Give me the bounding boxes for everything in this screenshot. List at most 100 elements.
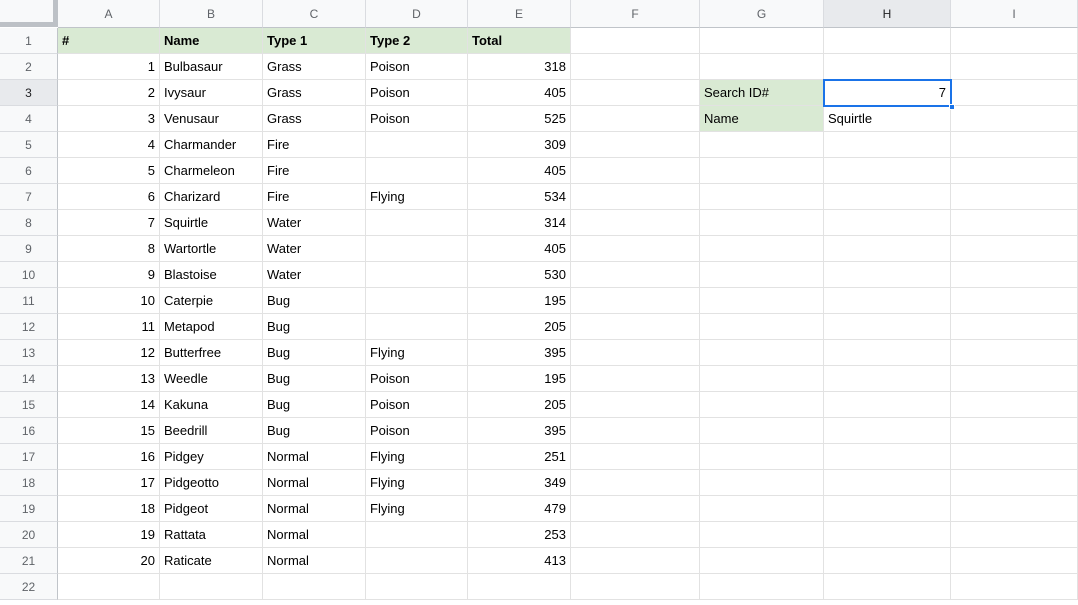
- cell-H10[interactable]: [824, 262, 951, 288]
- row-header-16[interactable]: 16: [0, 418, 58, 444]
- cell-E12[interactable]: 205: [468, 314, 571, 340]
- cell-A22[interactable]: [58, 574, 160, 600]
- cell-E14[interactable]: 195: [468, 366, 571, 392]
- column-header-I[interactable]: I: [951, 0, 1078, 28]
- cell-C12[interactable]: Bug: [263, 314, 366, 340]
- cell-C16[interactable]: Bug: [263, 418, 366, 444]
- row-header-3[interactable]: 3: [0, 80, 58, 106]
- cell-B22[interactable]: [160, 574, 263, 600]
- cell-I18[interactable]: [951, 470, 1078, 496]
- cell-H17[interactable]: [824, 444, 951, 470]
- cell-I20[interactable]: [951, 522, 1078, 548]
- cell-I3[interactable]: [951, 80, 1078, 106]
- cell-C18[interactable]: Normal: [263, 470, 366, 496]
- cell-E11[interactable]: 195: [468, 288, 571, 314]
- cell-F10[interactable]: [571, 262, 700, 288]
- cell-C2[interactable]: Grass: [263, 54, 366, 80]
- cell-A5[interactable]: 4: [58, 132, 160, 158]
- cell-A9[interactable]: 8: [58, 236, 160, 262]
- cell-C14[interactable]: Bug: [263, 366, 366, 392]
- cell-C7[interactable]: Fire: [263, 184, 366, 210]
- cell-F20[interactable]: [571, 522, 700, 548]
- cell-E5[interactable]: 309: [468, 132, 571, 158]
- cell-I22[interactable]: [951, 574, 1078, 600]
- cell-I21[interactable]: [951, 548, 1078, 574]
- cell-B2[interactable]: Bulbasaur: [160, 54, 263, 80]
- cell-G15[interactable]: [700, 392, 824, 418]
- row-header-12[interactable]: 12: [0, 314, 58, 340]
- cell-D16[interactable]: Poison: [366, 418, 468, 444]
- cell-A7[interactable]: 6: [58, 184, 160, 210]
- cell-B18[interactable]: Pidgeotto: [160, 470, 263, 496]
- cell-H6[interactable]: [824, 158, 951, 184]
- cell-I6[interactable]: [951, 158, 1078, 184]
- cell-E10[interactable]: 530: [468, 262, 571, 288]
- cell-C20[interactable]: Normal: [263, 522, 366, 548]
- cell-G13[interactable]: [700, 340, 824, 366]
- cell-F17[interactable]: [571, 444, 700, 470]
- cell-I9[interactable]: [951, 236, 1078, 262]
- cell-G2[interactable]: [700, 54, 824, 80]
- cell-H21[interactable]: [824, 548, 951, 574]
- cell-F9[interactable]: [571, 236, 700, 262]
- cell-E1[interactable]: Total: [468, 28, 571, 54]
- column-header-C[interactable]: C: [263, 0, 366, 28]
- cell-F22[interactable]: [571, 574, 700, 600]
- cell-H18[interactable]: [824, 470, 951, 496]
- cell-E18[interactable]: 349: [468, 470, 571, 496]
- cell-E17[interactable]: 251: [468, 444, 571, 470]
- cell-G20[interactable]: [700, 522, 824, 548]
- cell-F13[interactable]: [571, 340, 700, 366]
- cell-D5[interactable]: [366, 132, 468, 158]
- cell-C4[interactable]: Grass: [263, 106, 366, 132]
- cell-G14[interactable]: [700, 366, 824, 392]
- row-header-20[interactable]: 20: [0, 522, 58, 548]
- cell-A6[interactable]: 5: [58, 158, 160, 184]
- row-header-11[interactable]: 11: [0, 288, 58, 314]
- row-header-2[interactable]: 2: [0, 54, 58, 80]
- cell-A19[interactable]: 18: [58, 496, 160, 522]
- column-header-G[interactable]: G: [700, 0, 824, 28]
- cell-C22[interactable]: [263, 574, 366, 600]
- row-header-17[interactable]: 17: [0, 444, 58, 470]
- cell-B17[interactable]: Pidgey: [160, 444, 263, 470]
- cell-B9[interactable]: Wartortle: [160, 236, 263, 262]
- cell-D12[interactable]: [366, 314, 468, 340]
- cell-B12[interactable]: Metapod: [160, 314, 263, 340]
- cell-I17[interactable]: [951, 444, 1078, 470]
- cell-A11[interactable]: 10: [58, 288, 160, 314]
- cell-B19[interactable]: Pidgeot: [160, 496, 263, 522]
- cell-I16[interactable]: [951, 418, 1078, 444]
- row-header-1[interactable]: 1: [0, 28, 58, 54]
- cell-C8[interactable]: Water: [263, 210, 366, 236]
- cell-H1[interactable]: [824, 28, 951, 54]
- cell-G21[interactable]: [700, 548, 824, 574]
- cell-H12[interactable]: [824, 314, 951, 340]
- cell-B4[interactable]: Venusaur: [160, 106, 263, 132]
- cell-F14[interactable]: [571, 366, 700, 392]
- cell-G11[interactable]: [700, 288, 824, 314]
- cell-D4[interactable]: Poison: [366, 106, 468, 132]
- cell-B20[interactable]: Rattata: [160, 522, 263, 548]
- cell-D6[interactable]: [366, 158, 468, 184]
- cell-D13[interactable]: Flying: [366, 340, 468, 366]
- cell-A12[interactable]: 11: [58, 314, 160, 340]
- cell-B3[interactable]: Ivysaur: [160, 80, 263, 106]
- column-header-E[interactable]: E: [468, 0, 571, 28]
- cell-I15[interactable]: [951, 392, 1078, 418]
- cell-E15[interactable]: 205: [468, 392, 571, 418]
- cell-D22[interactable]: [366, 574, 468, 600]
- cell-F18[interactable]: [571, 470, 700, 496]
- cell-A21[interactable]: 20: [58, 548, 160, 574]
- row-header-15[interactable]: 15: [0, 392, 58, 418]
- cell-A15[interactable]: 14: [58, 392, 160, 418]
- cell-I11[interactable]: [951, 288, 1078, 314]
- cell-E6[interactable]: 405: [468, 158, 571, 184]
- cell-H15[interactable]: [824, 392, 951, 418]
- cell-G5[interactable]: [700, 132, 824, 158]
- column-header-D[interactable]: D: [366, 0, 468, 28]
- cell-D14[interactable]: Poison: [366, 366, 468, 392]
- cell-H4[interactable]: Squirtle: [824, 106, 951, 132]
- cell-D18[interactable]: Flying: [366, 470, 468, 496]
- cell-B11[interactable]: Caterpie: [160, 288, 263, 314]
